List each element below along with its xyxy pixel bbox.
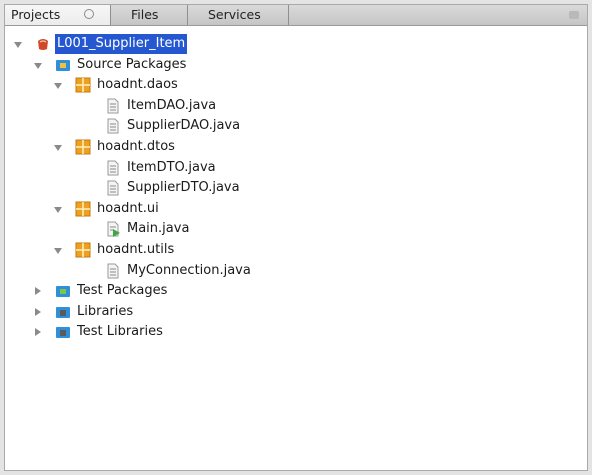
tree-node-label: MyConnection.java (127, 262, 251, 278)
projects-window: Projects Files Services L001_Supplier_It… (4, 4, 588, 471)
tree-node-label: SupplierDTO.java (127, 180, 240, 196)
tab-bar: Projects Files Services (5, 5, 587, 26)
tab-projects-label: Projects (11, 7, 61, 22)
java-file-icon (105, 263, 121, 279)
collapse-arrow-icon[interactable] (33, 281, 43, 301)
collapse-arrow-icon[interactable] (33, 302, 43, 322)
expand-arrow-icon[interactable] (33, 55, 43, 75)
expand-arrow-icon[interactable] (53, 137, 63, 157)
tab-projects[interactable]: Projects (5, 5, 111, 25)
project-tree: L001_Supplier_Item Source Packages hoadnt.… (5, 26, 587, 470)
expand-arrow-icon[interactable] (13, 34, 23, 54)
tree-node-label: Main.java (127, 221, 190, 237)
java-file-icon (105, 180, 121, 196)
java-main-file-icon (105, 221, 121, 238)
tree-node-label: hoadnt.daos (97, 77, 178, 93)
minimize-icon[interactable] (569, 11, 579, 19)
tree-node-label: Libraries (77, 303, 134, 319)
tree-node-label: L001_Supplier_Item (55, 34, 188, 54)
expand-arrow-icon[interactable] (53, 240, 63, 260)
tree-node-label: ItemDAO.java (127, 97, 217, 113)
expand-arrow-icon[interactable] (53, 75, 63, 95)
tree-node-label: hoadnt.ui (97, 200, 159, 216)
tree-node-label: SupplierDAO.java (127, 118, 241, 134)
source-folder-icon (55, 57, 71, 73)
close-icon[interactable] (84, 9, 94, 19)
tree-node-label: hoadnt.utils (97, 242, 175, 257)
tree-node-label: hoadnt.dtos (97, 139, 175, 154)
tab-services[interactable]: Services (188, 5, 289, 25)
package-icon (75, 201, 91, 217)
tree-node-label: Test Packages (77, 283, 168, 299)
java-file-icon (105, 160, 121, 176)
package-icon (75, 139, 91, 155)
java-file-icon (105, 98, 121, 114)
java-file-icon (105, 118, 121, 134)
tab-services-label: Services (208, 7, 261, 22)
tab-files-label: Files (131, 7, 159, 22)
test-folder-icon (55, 283, 71, 299)
tree-node-label: ItemDTO.java (127, 159, 216, 175)
expand-arrow-icon[interactable] (53, 199, 63, 219)
tree-node-label: Test Libraries (77, 324, 163, 340)
tree-node-label: Source Packages (77, 56, 187, 72)
package-icon (75, 77, 91, 93)
package-icon (75, 242, 91, 258)
library-icon (55, 304, 71, 320)
library-icon (55, 324, 71, 340)
tab-files[interactable]: Files (111, 5, 188, 25)
project-icon (35, 36, 51, 52)
collapse-arrow-icon[interactable] (33, 322, 43, 342)
